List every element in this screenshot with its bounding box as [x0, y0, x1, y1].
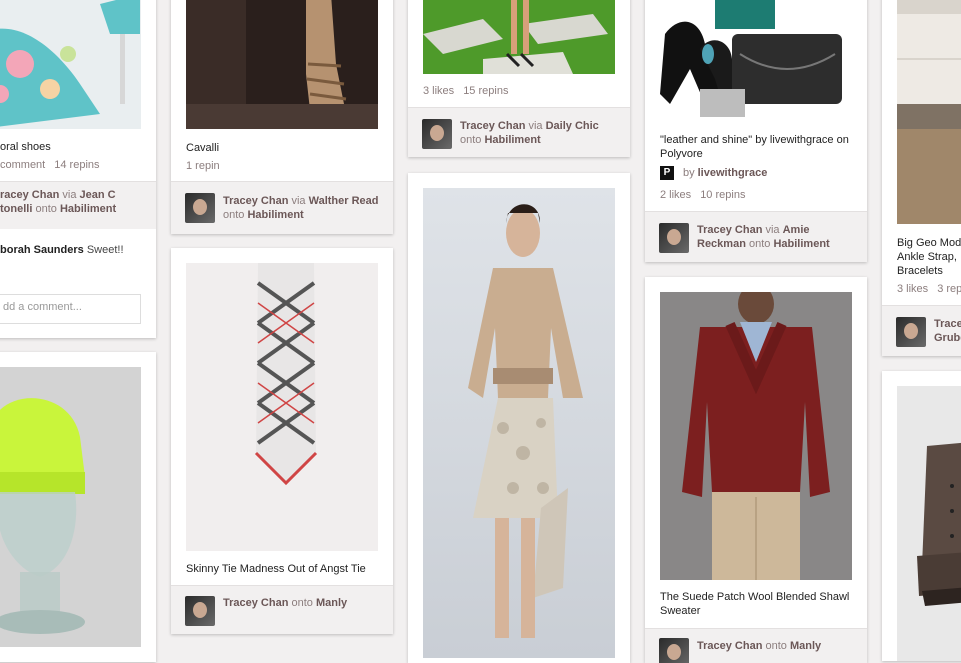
pin-card-runway-look[interactable] — [408, 173, 630, 663]
board-link[interactable]: Manly — [316, 597, 347, 609]
pin-stats: 2 likes 10 repins — [660, 189, 754, 201]
board-link[interactable]: Habiliment — [247, 209, 303, 221]
pin-description: "leather and shine" by livewithgrace on … — [660, 134, 849, 160]
like-count: 3 likes — [897, 283, 929, 295]
pinner-name[interactable]: Tracey Chan — [223, 195, 288, 207]
pin-description: Big Geo Mod Ankle Strap, Bracelets — [897, 237, 961, 277]
pinner-name[interactable]: Tracey Chan — [460, 120, 525, 132]
pin-card-floral-shoes[interactable]: oral shoes comment 14 repins racey Chan v… — [0, 0, 156, 338]
pin-description: oral shoes — [0, 141, 51, 153]
board-link[interactable]: Habiliment — [484, 134, 540, 146]
pin-attribution: Tracey Chan onto Manly — [171, 585, 393, 634]
comment-text: Sweet!! — [86, 244, 124, 256]
floral-heels-image[interactable] — [0, 0, 141, 129]
neon-beanie-image[interactable] — [0, 367, 141, 647]
via-user-line2[interactable]: tonelli — [0, 203, 32, 215]
repin-count: 15 repins — [463, 85, 509, 97]
board-link[interactable]: Manly — [790, 640, 821, 652]
like-count: 3 likes — [423, 85, 455, 97]
pin-stats: comment 14 repins — [0, 159, 109, 171]
avatar[interactable] — [185, 193, 215, 223]
pin-attribution: Tracey Chan via Walther Read onto Habili… — [171, 181, 393, 234]
pin-card-leather-and-shine[interactable]: "leather and shine" by livewithgrace on … — [645, 0, 867, 262]
plaid-tie-illustration — [186, 263, 378, 551]
pinner-name[interactable]: racey Chan — [0, 189, 59, 201]
pin-stats: 3 likes 3 rep — [897, 283, 961, 295]
via-user[interactable]: Daily Chic — [546, 120, 599, 132]
repin-count: 1 repin — [186, 160, 220, 172]
pin-attribution: Trace Grube — [882, 305, 961, 356]
pin-card-cavalli[interactable]: Cavalli 1 repin Tracey Chan via Walther … — [171, 0, 393, 234]
grass-sandals-illustration — [423, 0, 615, 74]
pin-description: Skinny Tie Madness Out of Angst Tie — [186, 563, 366, 575]
pin-card-boot[interactable] — [882, 371, 961, 661]
shawl-sweater-image[interactable] — [660, 292, 852, 580]
pinner-name[interactable]: Tracey Chan — [697, 224, 762, 236]
floral-heels-illustration — [0, 0, 141, 129]
commenter-name[interactable]: borah Saunders — [0, 244, 84, 256]
pin-card-skinny-tie[interactable]: Skinny Tie Madness Out of Angst Tie Trac… — [171, 248, 393, 634]
repin-count: 10 repins — [700, 189, 746, 201]
pin-comment: borah Saunders Sweet!! — [0, 244, 124, 256]
avatar[interactable] — [185, 596, 215, 626]
repin-count: 3 rep — [937, 283, 961, 295]
pin-card-big-geo-mod[interactable]: Big Geo Mod Ankle Strap, Bracelets 3 lik… — [882, 0, 961, 356]
pin-stats: 3 likes 15 repins — [423, 85, 517, 97]
like-count: 2 likes — [660, 189, 692, 201]
via-user[interactable]: Jean C — [80, 189, 116, 201]
plaid-tie-image[interactable] — [186, 263, 378, 551]
avatar[interactable] — [659, 638, 689, 663]
polyvore-set-image[interactable] — [660, 0, 852, 122]
pinterest-p-icon: P — [660, 166, 674, 180]
repin-count: 14 repins — [54, 159, 100, 171]
pinner-name[interactable]: Trace — [934, 318, 961, 330]
pin-card-grass-sandals[interactable]: 3 likes 15 repins Tracey Chan via Daily C… — [408, 0, 630, 157]
avatar[interactable] — [659, 223, 689, 253]
boot-illustration — [897, 386, 961, 661]
pinner-name[interactable]: Tracey Chan — [223, 597, 288, 609]
avatar[interactable] — [896, 317, 926, 347]
board-link[interactable]: Habiliment — [773, 238, 829, 250]
shawl-sweater-illustration — [660, 292, 852, 580]
pin-card-shawl-sweater[interactable]: The Suede Patch Wool Blended Shawl Sweat… — [645, 277, 867, 663]
pin-attribution: racey Chan via Jean C tonelli onto Habil… — [0, 181, 156, 229]
strappy-heels-image[interactable] — [186, 0, 378, 129]
pin-stats: 1 repin — [186, 160, 229, 172]
avatar[interactable] — [422, 119, 452, 149]
runway-model-illustration — [423, 188, 615, 658]
comment-input[interactable]: dd a comment... — [0, 294, 141, 324]
pin-source: Pby livewithgrace — [660, 166, 776, 180]
strappy-heels-illustration — [186, 0, 378, 129]
neon-beanie-illustration — [0, 367, 141, 647]
pin-attribution: Tracey Chan via Daily Chic onto Habilime… — [408, 107, 630, 157]
via-user[interactable]: Walther Read — [309, 195, 379, 207]
board-link[interactable]: Habiliment — [60, 203, 116, 215]
pin-attribution: Tracey Chan via Amie Reckman onto Habili… — [645, 211, 867, 262]
pin-description: The Suede Patch Wool Blended Shawl Sweat… — [660, 591, 850, 617]
via-user[interactable]: Amie — [783, 224, 810, 236]
polyvore-set-illustration — [660, 0, 852, 122]
pinner-name[interactable]: Tracey Chan — [697, 640, 762, 652]
via-user-line2[interactable]: Grube — [934, 332, 961, 344]
boot-image[interactable] — [897, 386, 961, 661]
runway-model-image[interactable] — [423, 188, 615, 658]
pin-card-neon-beanie[interactable] — [0, 352, 156, 662]
source-link[interactable]: livewithgrace — [698, 167, 768, 179]
interior-image[interactable] — [897, 0, 961, 224]
comment-count: comment — [0, 159, 46, 171]
interior-illustration — [897, 0, 961, 224]
grass-sandals-image[interactable] — [423, 0, 615, 74]
via-user-line2[interactable]: Reckman — [697, 238, 746, 250]
pin-description: Cavalli — [186, 142, 220, 154]
